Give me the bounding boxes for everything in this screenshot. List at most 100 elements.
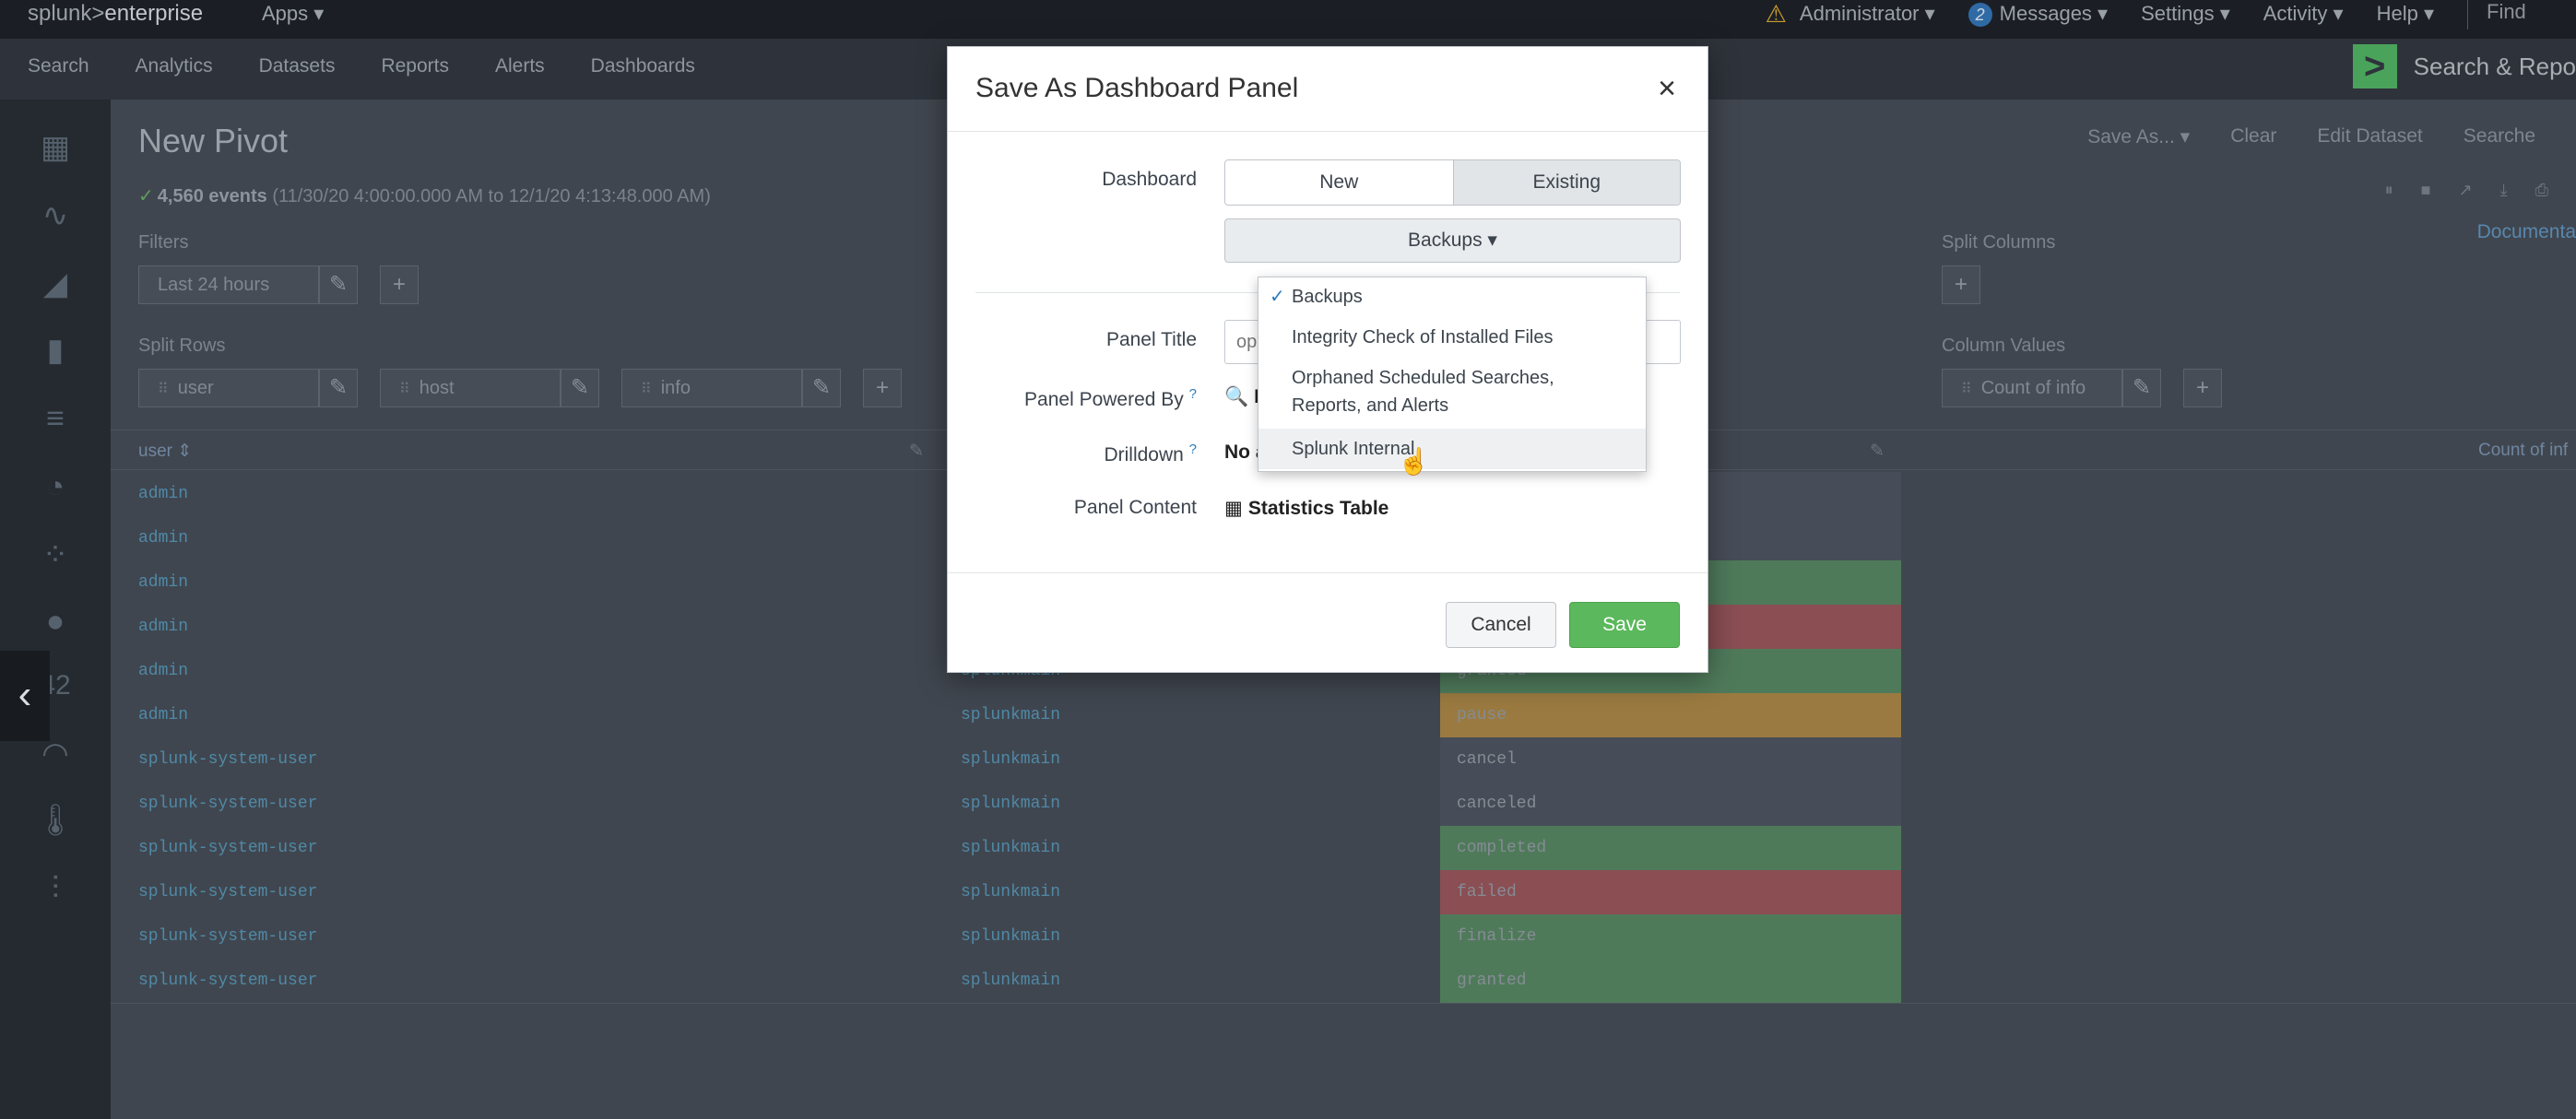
split-row-host[interactable]: ⠿ host xyxy=(380,369,561,407)
save-as-menu[interactable]: Save As... ▾ xyxy=(2087,125,2190,148)
apps-menu[interactable]: Apps ▾ xyxy=(262,0,324,28)
nav-reports[interactable]: Reports xyxy=(381,55,449,77)
documentation-link[interactable]: Documenta xyxy=(2477,221,2576,243)
menu-item-splunk-internal[interactable]: Splunk Internal xyxy=(1258,429,1646,469)
stop-icon[interactable]: ■ xyxy=(2421,181,2431,200)
drilldown-label: Drilldown ? xyxy=(1104,442,1197,465)
modal-header: Save As Dashboard Panel × xyxy=(948,47,1707,132)
new-dashboard-option[interactable]: New xyxy=(1225,160,1453,205)
menu-item-integrity-check[interactable]: Integrity Check of Installed Files xyxy=(1258,324,1646,351)
panel-powered-by-label: Panel Powered By ? xyxy=(1024,386,1197,410)
dashboard-select[interactable]: Backups ▾ xyxy=(1224,218,1681,263)
messages-menu[interactable]: 2 Messages ▾ xyxy=(1967,2,2108,27)
column-chart-icon[interactable]: ▮ xyxy=(35,330,76,371)
user-column-header[interactable]: user ⇕ xyxy=(138,441,192,462)
table-bottom-divider xyxy=(111,1003,2576,1004)
help-icon[interactable]: ? xyxy=(1189,442,1197,457)
existing-dashboard-option[interactable]: Existing xyxy=(1452,160,1680,205)
search-icon: 🔍 xyxy=(1224,386,1249,407)
count-column-header[interactable]: Count of inf xyxy=(2478,441,2568,461)
modal-title: Save As Dashboard Panel xyxy=(975,73,1299,103)
add-split-column-button[interactable]: + xyxy=(1942,265,1980,304)
export-icon[interactable]: ⤓ xyxy=(2500,181,2508,200)
table-row: splunk-system-user splunkmain canceled xyxy=(111,782,2576,826)
app-title[interactable]: > Search & Repo xyxy=(2352,44,2576,88)
table-row: splunk-system-user splunkmain completed xyxy=(111,826,2576,870)
app-nav: Search Analytics Datasets Reports Alerts… xyxy=(28,55,741,77)
split-row-user[interactable]: ⠿ user xyxy=(138,369,319,407)
add-split-row-button[interactable]: + xyxy=(863,369,902,407)
save-button[interactable]: Save xyxy=(1569,602,1680,648)
nav-search[interactable]: Search xyxy=(28,55,89,77)
page-title: New Pivot xyxy=(138,122,289,159)
edit-split-row-icon[interactable]: ✎ xyxy=(802,369,841,407)
menu-item-backups[interactable]: ✓ Backups xyxy=(1258,283,1646,311)
nav-analytics[interactable]: Analytics xyxy=(136,55,213,77)
help-menu[interactable]: Help ▾ xyxy=(2377,2,2434,26)
table-row: splunk-system-user splunkmain granted xyxy=(111,959,2576,1003)
nav-dashboards[interactable]: Dashboards xyxy=(591,55,695,77)
table-row: splunk-system-user splunkmain failed xyxy=(111,870,2576,914)
split-rows-label: Split Rows xyxy=(138,336,226,356)
panel-content-value: ▦ Statistics Table xyxy=(1224,498,1389,519)
nav-datasets[interactable]: Datasets xyxy=(259,55,336,77)
edit-split-row-icon[interactable]: ✎ xyxy=(319,369,358,407)
dashboard-mode-toggle: New Existing xyxy=(1224,159,1681,206)
splunk-logo[interactable]: splunk>enterprise xyxy=(28,0,203,28)
marker-gauge-icon[interactable]: ⫶ xyxy=(35,868,76,909)
column-value-pill[interactable]: ⠿ Count of info xyxy=(1942,369,2122,407)
drag-handle-icon[interactable]: ⠿ xyxy=(1961,382,1972,397)
table-row: splunk-system-user splunkmain finalize xyxy=(111,914,2576,959)
search-app-icon: > xyxy=(2352,44,2397,88)
nav-alerts[interactable]: Alerts xyxy=(495,55,545,77)
messages-count-badge: 2 xyxy=(1967,2,1992,27)
visualization-rail: ▦ ∿ ◢ ▮ ≡ ◔ ⁘ ● 42 ◠ 🌡 ⫶ ‹ xyxy=(0,100,111,1119)
user-menu[interactable]: Administrator ▾ xyxy=(1800,2,1935,26)
edit-filter-icon[interactable]: ✎ xyxy=(319,265,358,304)
add-column-value-button[interactable]: + xyxy=(2183,369,2222,407)
settings-menu[interactable]: Settings ▾ xyxy=(2141,2,2230,26)
share-icon[interactable]: ↗ xyxy=(2459,181,2473,200)
drag-handle-icon[interactable]: ⠿ xyxy=(399,382,410,397)
warning-icon[interactable]: ⚠ xyxy=(1766,0,1787,29)
split-columns-label: Split Columns xyxy=(1942,232,2056,253)
edit-column-icon[interactable]: ✎ xyxy=(909,441,924,462)
drag-handle-icon[interactable]: ⠿ xyxy=(641,382,652,397)
edit-column-icon[interactable]: ✎ xyxy=(1870,441,1885,462)
pie-chart-icon[interactable]: ◔ xyxy=(35,466,76,507)
checkmark-icon: ✓ xyxy=(1270,287,1285,307)
table-viz-icon[interactable]: ▦ xyxy=(35,127,76,168)
panel-title-label: Panel Title xyxy=(1105,329,1197,350)
menu-item-orphaned-searches[interactable]: Orphaned Scheduled Searches, Reports, and… xyxy=(1258,364,1646,419)
clear-button[interactable]: Clear xyxy=(2230,125,2276,148)
split-row-info[interactable]: ⠿ info xyxy=(621,369,802,407)
activity-menu[interactable]: Activity ▾ xyxy=(2263,2,2344,26)
print-icon[interactable]: ⎙ xyxy=(2535,181,2548,200)
edit-dataset-button[interactable]: Edit Dataset xyxy=(2317,125,2422,148)
searches-link[interactable]: Searche xyxy=(2464,125,2535,148)
collapse-rail-button[interactable]: ‹ xyxy=(0,651,50,741)
help-icon[interactable]: ? xyxy=(1189,386,1197,402)
sparkline-icon[interactable]: ∿ xyxy=(35,195,76,236)
drag-handle-icon[interactable]: ⠿ xyxy=(158,382,169,397)
filler-gauge-icon[interactable]: 🌡 xyxy=(35,800,76,841)
cancel-button[interactable]: Cancel xyxy=(1446,602,1556,648)
scatter-chart-icon[interactable]: ⁘ xyxy=(35,535,76,575)
page-actions: Save As... ▾ Clear Edit Dataset Searche xyxy=(2087,125,2576,148)
table-icon: ▦ xyxy=(1224,498,1243,519)
table-row: admin splunkmain pause xyxy=(111,693,2576,737)
dashboard-dropdown-menu: ✓ Backups Integrity Check of Installed Fi… xyxy=(1258,277,1647,472)
bar-chart-icon[interactable]: ≡ xyxy=(35,398,76,439)
modal-footer-divider xyxy=(948,572,1707,573)
close-icon[interactable]: × xyxy=(1658,71,1676,107)
edit-column-value-icon[interactable]: ✎ xyxy=(2122,369,2161,407)
filter-pill[interactable]: Last 24 hours xyxy=(138,265,319,304)
pause-icon[interactable]: ⏸ xyxy=(2385,181,2393,200)
add-filter-button[interactable]: + xyxy=(380,265,419,304)
hand-cursor-icon: ☝ xyxy=(1398,447,1430,476)
bubble-chart-icon[interactable]: ● xyxy=(35,601,76,642)
edit-split-row-icon[interactable]: ✎ xyxy=(561,369,599,407)
area-chart-icon[interactable]: ◢ xyxy=(35,264,76,304)
find-input[interactable]: Find xyxy=(2467,0,2576,29)
column-values-label: Column Values xyxy=(1942,336,2066,356)
